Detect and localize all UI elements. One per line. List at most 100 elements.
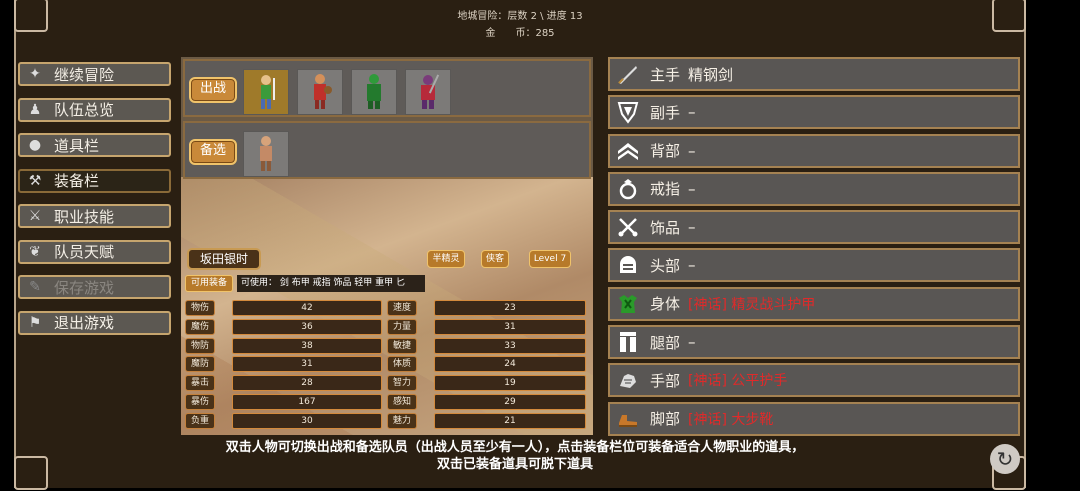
slot-item: [神话] 精灵战斗护甲 (688, 296, 816, 313)
stat-label: 负重 (185, 413, 215, 429)
menu-label: 保存游戏 (54, 278, 115, 297)
slot-feet[interactable]: 脚部 [神话] 大步靴 (608, 401, 1020, 436)
bag-icon: ● (28, 137, 42, 153)
race-tag: 半精灵 (427, 250, 465, 268)
slot-body[interactable]: 身体 [神话] 精灵战斗护甲 (608, 286, 1020, 321)
stat-value: 31 (232, 356, 382, 372)
party-member-elf[interactable] (243, 69, 289, 115)
flag-icon: ⚑ (28, 314, 42, 331)
slot-item: 精钢剑 (688, 65, 734, 84)
slot-item: – (688, 103, 696, 122)
stat-label: 暴伤 (185, 394, 215, 410)
slot-name: 背部 (650, 142, 681, 161)
reserve-label: 备选 (189, 139, 237, 165)
slot-item: – (688, 256, 696, 275)
slot-item: [神话] 大步靴 (688, 411, 774, 428)
equipment-icon: ⚒ (28, 172, 42, 189)
slot-item: – (688, 141, 696, 160)
menu-label: 退出游戏 (54, 314, 115, 332)
stat-label: 力量 (387, 319, 417, 335)
slot-back[interactable]: 背部 – (608, 133, 1020, 168)
menu-party-overview[interactable]: ♟ 队伍总览 (18, 97, 171, 122)
help-line-2: 双击已装备道具可脱下道具 (436, 457, 593, 472)
available-equipment-button[interactable]: 可用装备 (185, 275, 233, 292)
party-member-demon[interactable] (405, 69, 451, 115)
menu-class-skills[interactable]: ⚔ 职业技能 (18, 204, 171, 228)
stat-label: 智力 (387, 375, 417, 391)
sword-icon (614, 61, 642, 87)
reserve-member-barbarian[interactable] (243, 131, 289, 177)
armor-icon (614, 291, 642, 317)
stat-value: 31 (434, 319, 586, 335)
slot-head[interactable]: 头部 – (608, 248, 1020, 283)
slot-legs[interactable]: 腿部 – (608, 325, 1020, 360)
slot-ring[interactable]: 戒指 – (608, 171, 1020, 206)
gold-display: 金 币：285 (485, 28, 555, 39)
slot-item: – (688, 333, 696, 352)
stat-value: 38 (232, 338, 382, 354)
menu-label: 职业技能 (54, 207, 115, 226)
stat-label: 暴击 (185, 375, 215, 391)
menu-equipment[interactable]: ⚒ 装备栏 (18, 168, 171, 193)
help-line-1: 双击人物可切换出战和备选队员（出战人员至少有一人），点击装备栏位可装备适合人物职… (225, 440, 805, 455)
menu-save-game[interactable]: ✎ 保存游戏 (18, 275, 171, 299)
slot-name: 手部 (650, 371, 681, 390)
header-bar: 地城冒险：层数 2 \ 进度 13 金 币：285 (16, 0, 1024, 50)
slot-name: 头部 (650, 256, 681, 275)
menu-exit-game[interactable]: ⚑ 退出游戏 (18, 310, 171, 335)
battle-party-row: 出战 (183, 59, 591, 117)
party-member-goblin[interactable] (351, 69, 397, 115)
back-chevron-icon (614, 138, 642, 164)
class-tag: 侠客 (481, 250, 509, 268)
stat-value: 29 (434, 394, 586, 410)
slot-name: 身体 (650, 295, 681, 314)
menu-label: 队伍总览 (54, 101, 115, 119)
slot-accessory[interactable]: 饰品 – (608, 210, 1020, 245)
menu-member-talents[interactable]: ❦ 队员天赋 (18, 239, 171, 264)
stat-value: 23 (434, 300, 586, 316)
stat-value: 36 (232, 319, 382, 335)
elf-sprite (261, 75, 275, 109)
talent-icon: ❦ (29, 243, 41, 260)
scroll-icon: ✎ (29, 279, 41, 295)
stat-label: 魅力 (387, 413, 417, 429)
stat-label: 体质 (387, 356, 417, 372)
slot-main-hand[interactable]: 主手 精钢剑 (608, 57, 1020, 91)
legs-icon (614, 329, 642, 355)
party-member-warrior[interactable] (297, 69, 343, 115)
barbarian-sprite (260, 136, 272, 171)
main-menu: ✦ 继续冒险 ♟ 队伍总览 ● 道具栏 ⚒ 装备栏 ⚔ 职业技能 ❦ 队员天赋 … (18, 62, 171, 346)
helmet-icon (614, 252, 642, 278)
help-text: 双击人物可切换出战和备选队员（出战人员至少有一人），点击装备栏位可装备适合人物职… (0, 439, 1030, 473)
menu-label: 装备栏 (54, 172, 100, 190)
slot-off-hand[interactable]: 副手 – (608, 95, 1020, 130)
slot-hands[interactable]: 手部 [神话] 公平护手 (608, 363, 1020, 398)
stat-label: 魔防 (185, 356, 215, 372)
stat-value: 19 (434, 375, 586, 391)
slot-name: 腿部 (650, 333, 681, 352)
menu-continue-adventure[interactable]: ✦ 继续冒险 (18, 62, 171, 86)
accessory-icon (614, 214, 642, 240)
stat-value: 24 (434, 356, 586, 372)
stat-value: 21 (434, 413, 586, 429)
stat-label: 魔伤 (185, 319, 215, 335)
menu-inventory[interactable]: ● 道具栏 (18, 133, 171, 157)
ring-icon (614, 176, 642, 202)
reserve-party-row: 备选 (183, 121, 591, 179)
slot-name: 脚部 (650, 410, 681, 429)
slot-item: [神话] 公平护手 (688, 373, 788, 390)
stat-label: 感知 (387, 394, 417, 410)
goblin-sprite (367, 74, 381, 109)
slot-name: 饰品 (650, 218, 681, 237)
menu-label: 道具栏 (54, 136, 100, 155)
gold-label: 金 币 (485, 28, 526, 39)
refresh-icon[interactable]: ↻ (990, 444, 1020, 474)
character-panel: 出战 备选 坂田银时 半精灵 侠客 Level 7 可用装备 可使用： 剑 布甲… (181, 57, 593, 435)
boots-icon (614, 406, 642, 432)
battle-label: 出战 (189, 77, 237, 103)
slot-name: 副手 (650, 103, 681, 122)
equipment-slots: 主手 精钢剑 副手 – 背部 – 戒指 – 饰品 – 头部 – 身体 [神话] … (608, 57, 1020, 440)
adventure-icon: ✦ (29, 66, 41, 82)
skill-icon: ⚔ (28, 208, 42, 224)
slot-name: 戒指 (650, 180, 681, 199)
